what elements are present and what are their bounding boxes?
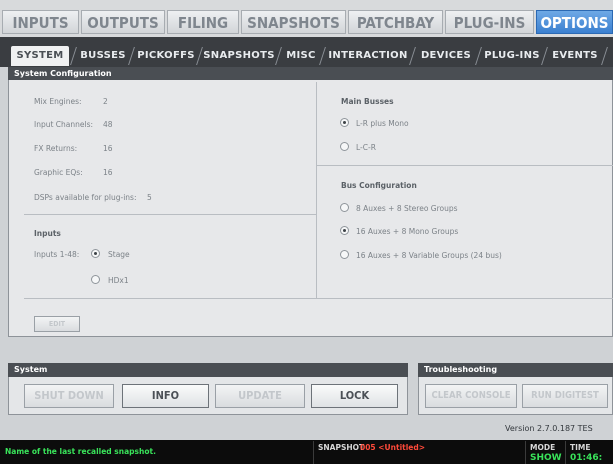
inputs-section-title: Inputs	[34, 229, 61, 238]
tab-divider	[70, 47, 77, 65]
main-busses-title: Main Busses	[341, 97, 394, 106]
dsps-value: 5	[147, 193, 152, 202]
bus-config-stereo-radio[interactable]	[340, 203, 349, 212]
input-channels-label: Input Channels:	[34, 120, 94, 129]
troubleshooting-panel-header: Troubleshooting	[418, 363, 613, 377]
inputs-hdx1-label: HDx1	[108, 276, 129, 285]
mode-value: SHOW	[530, 453, 562, 463]
status-divider	[525, 441, 526, 464]
tab-options[interactable]: OPTIONS	[536, 10, 613, 34]
bus-config-variable-label: 16 Auxes + 8 Variable Groups (24 bus)	[356, 251, 502, 260]
panel-title: System Configuration	[14, 69, 112, 78]
tab-filing[interactable]: FILING	[167, 10, 239, 34]
bus-config-mono-label: 16 Auxes + 8 Mono Groups	[356, 227, 459, 236]
fx-returns-label: FX Returns:	[34, 144, 78, 153]
inputs-stage-radio[interactable]	[91, 249, 100, 258]
inputs-hdx1-radio[interactable]	[91, 275, 100, 284]
status-message: Name of the last recalled snapshot.	[5, 447, 156, 456]
version-text: Version 2.7.0.187 TES	[505, 424, 593, 433]
clear-console-button[interactable]: CLEAR CONSOLE	[425, 384, 517, 408]
tab-divider	[128, 47, 135, 65]
subtab-interaction[interactable]: INTERACTION	[326, 46, 410, 66]
tab-divider	[409, 47, 416, 65]
bus-config-stereo-label: 8 Auxes + 8 Stereo Groups	[356, 204, 458, 213]
mode-label: MODE	[530, 443, 556, 452]
status-divider	[313, 441, 314, 464]
inputs-range-label: Inputs 1-48:	[34, 250, 80, 259]
busses-lr-mono-label: L-R plus Mono	[356, 119, 409, 128]
troubleshooting-panel-title: Troubleshooting	[424, 365, 498, 374]
lock-button[interactable]: LOCK	[311, 384, 398, 408]
update-button[interactable]: UPDATE	[215, 384, 305, 408]
graphic-eqs-value: 16	[103, 168, 113, 177]
subtab-plug-ins[interactable]: PLUG-INS	[482, 46, 542, 66]
time-value: 01:46:	[570, 453, 603, 463]
subtab-pickoffs[interactable]: PICKOFFS	[135, 46, 197, 66]
input-channels-value: 48	[103, 120, 113, 129]
bus-configuration-title: Bus Configuration	[341, 181, 417, 190]
time-label: TIME	[570, 443, 591, 452]
tab-outputs[interactable]: OUTPUTS	[81, 10, 165, 34]
tab-plug-ins[interactable]: PLUG-INS	[445, 10, 534, 34]
mix-engines-value: 2	[103, 97, 108, 106]
tab-snapshots[interactable]: SNAPSHOTS	[241, 10, 346, 34]
column-divider	[316, 82, 317, 298]
info-button[interactable]: INFO	[122, 384, 209, 408]
subtab-busses[interactable]: BUSSES	[77, 46, 129, 66]
section-divider	[24, 298, 613, 299]
section-divider	[24, 214, 316, 215]
tab-divider	[601, 47, 608, 65]
subtab-events[interactable]: EVENTS	[548, 46, 602, 66]
subtab-devices[interactable]: DEVICES	[416, 46, 476, 66]
sub-tab-bar: SYSTEM BUSSES PICKOFFS SNAPSHOTS MISC IN…	[0, 37, 613, 67]
tab-divider	[275, 47, 282, 65]
system-panel-header: System	[8, 363, 408, 377]
busses-lcr-radio[interactable]	[340, 142, 349, 151]
run-digitest-button[interactable]: RUN DIGITEST	[522, 384, 608, 408]
tab-divider	[196, 47, 203, 65]
tab-divider	[475, 47, 482, 65]
system-panel-title: System	[14, 365, 48, 374]
tab-patchbay[interactable]: PATCHBAY	[348, 10, 443, 34]
panel-header: System Configuration	[8, 67, 613, 80]
inputs-stage-label: Stage	[108, 250, 130, 259]
bus-config-variable-radio[interactable]	[340, 250, 349, 259]
fx-returns-value: 16	[103, 144, 113, 153]
bus-config-mono-radio[interactable]	[340, 226, 349, 235]
busses-lcr-label: L-C-R	[356, 143, 376, 152]
edit-button[interactable]: EDIT	[34, 316, 80, 332]
dsps-label: DSPs available for plug-ins:	[34, 193, 137, 202]
main-tab-bar: INPUTS OUTPUTS FILING SNAPSHOTS PATCHBAY…	[0, 0, 613, 37]
tab-inputs[interactable]: INPUTS	[2, 10, 79, 34]
mix-engines-label: Mix Engines:	[34, 97, 82, 106]
section-divider	[316, 165, 613, 166]
busses-lr-mono-radio[interactable]	[340, 118, 349, 127]
subtab-misc[interactable]: MISC	[282, 46, 320, 66]
shut-down-button[interactable]: SHUT DOWN	[24, 384, 114, 408]
system-configuration-panel	[8, 67, 613, 337]
tab-divider	[541, 47, 548, 65]
snapshot-label: SNAPSHOT	[318, 443, 365, 452]
subtab-snapshots[interactable]: SNAPSHOTS	[203, 46, 275, 66]
snapshot-value[interactable]: 005 <Untitled>	[360, 443, 425, 452]
graphic-eqs-label: Graphic EQs:	[34, 168, 83, 177]
tab-divider	[319, 47, 326, 65]
status-divider	[565, 441, 566, 464]
subtab-system[interactable]: SYSTEM	[11, 46, 69, 66]
